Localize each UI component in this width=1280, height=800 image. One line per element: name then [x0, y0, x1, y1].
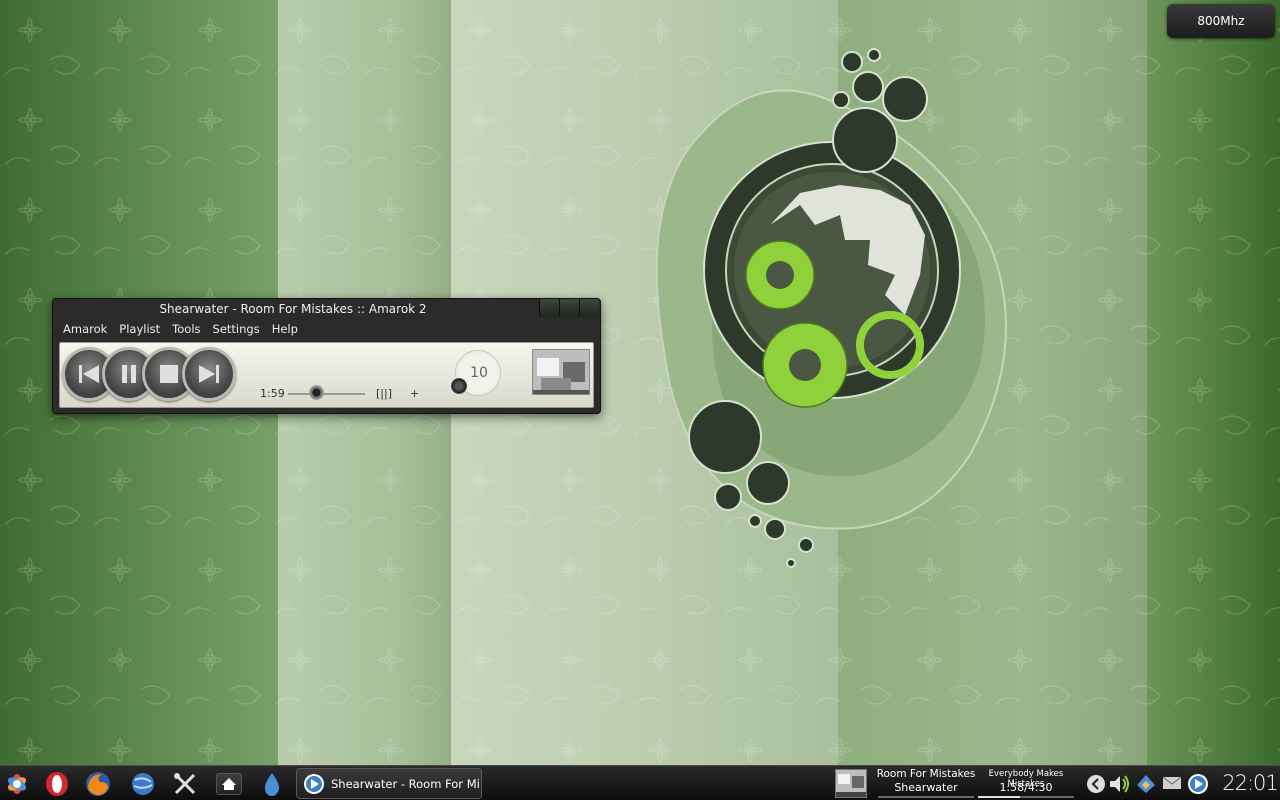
now-playing-cover[interactable] — [835, 769, 867, 798]
next-button[interactable] — [182, 347, 236, 401]
home-icon — [222, 778, 236, 790]
player-toolbar: 1:59 [||] + 10 — [59, 342, 594, 408]
minimize-button[interactable] — [539, 299, 559, 317]
amarok-window: Shearwater - Room For Mistakes :: Amarok… — [52, 298, 601, 414]
elapsed-time: 1:59 — [260, 387, 285, 400]
maximize-button[interactable] — [559, 299, 579, 317]
equalizer-icon[interactable]: [||] — [376, 387, 392, 400]
stop-icon — [160, 365, 178, 383]
cpu-frequency-label: 800Mhz — [1197, 14, 1245, 28]
close-button[interactable] — [579, 299, 599, 317]
task-amarok[interactable]: Shearwater - Room For Mistakes :: Amarok… — [296, 768, 482, 799]
menu-tools[interactable]: Tools — [166, 321, 206, 339]
gear-logo-artwork — [655, 48, 1007, 568]
next-icon — [199, 365, 219, 383]
opera-icon[interactable] — [43, 770, 71, 798]
now-playing-cover-image — [836, 770, 866, 797]
menu-playlist[interactable]: Playlist — [113, 321, 166, 339]
home-button[interactable] — [216, 773, 242, 795]
volume-icon[interactable] — [1108, 773, 1132, 795]
clock[interactable]: 22:01 — [1222, 771, 1279, 795]
task-label: Shearwater - Room For Mistakes :: Amarok… — [331, 777, 479, 791]
album-cover[interactable] — [532, 349, 590, 395]
now-playing-artist: Shearwater — [894, 781, 958, 794]
amarok-icon — [304, 774, 324, 794]
back-icon[interactable] — [1086, 774, 1106, 794]
seek-slider-handle[interactable] — [309, 385, 325, 400]
cpu-frequency-widget: 800Mhz — [1167, 4, 1275, 38]
volume-dial-handle[interactable] — [451, 378, 467, 394]
window-titlebar[interactable]: Shearwater - Room For Mistakes :: Amarok… — [53, 299, 600, 319]
network-browser-icon[interactable] — [129, 770, 157, 798]
window-buttons — [539, 299, 599, 317]
menu-help[interactable]: Help — [266, 321, 304, 339]
kde-menu-icon[interactable] — [3, 770, 31, 798]
now-playing-bar — [878, 796, 974, 798]
menu-settings[interactable]: Settings — [207, 321, 266, 339]
now-playing-title: Room For Mistakes — [876, 768, 976, 780]
system-settings-icon[interactable] — [171, 770, 199, 798]
add-button[interactable]: + — [410, 387, 419, 400]
taskbar: Shearwater - Room For Mistakes :: Amarok… — [0, 765, 1280, 800]
menu-amarok[interactable]: Amarok — [57, 321, 113, 339]
now-playing-progress-fill — [978, 796, 1021, 798]
mail-icon[interactable] — [1162, 775, 1182, 791]
firefox-icon[interactable] — [84, 770, 112, 798]
previous-icon — [79, 365, 99, 383]
now-playing-progress[interactable] — [978, 796, 1074, 798]
seek-slider[interactable] — [288, 393, 365, 395]
album-cover-image — [533, 350, 589, 394]
water-drop-icon[interactable] — [258, 770, 286, 798]
amarok-tray-icon[interactable] — [1187, 773, 1209, 795]
network-icon[interactable] — [1135, 773, 1157, 795]
menu-bar: Amarok Playlist Tools Settings Help — [57, 321, 304, 339]
pause-icon — [122, 365, 136, 383]
now-playing-time: 1:58/4:30 — [999, 781, 1053, 794]
window-title: Shearwater - Room For Mistakes :: Amarok… — [159, 302, 427, 316]
